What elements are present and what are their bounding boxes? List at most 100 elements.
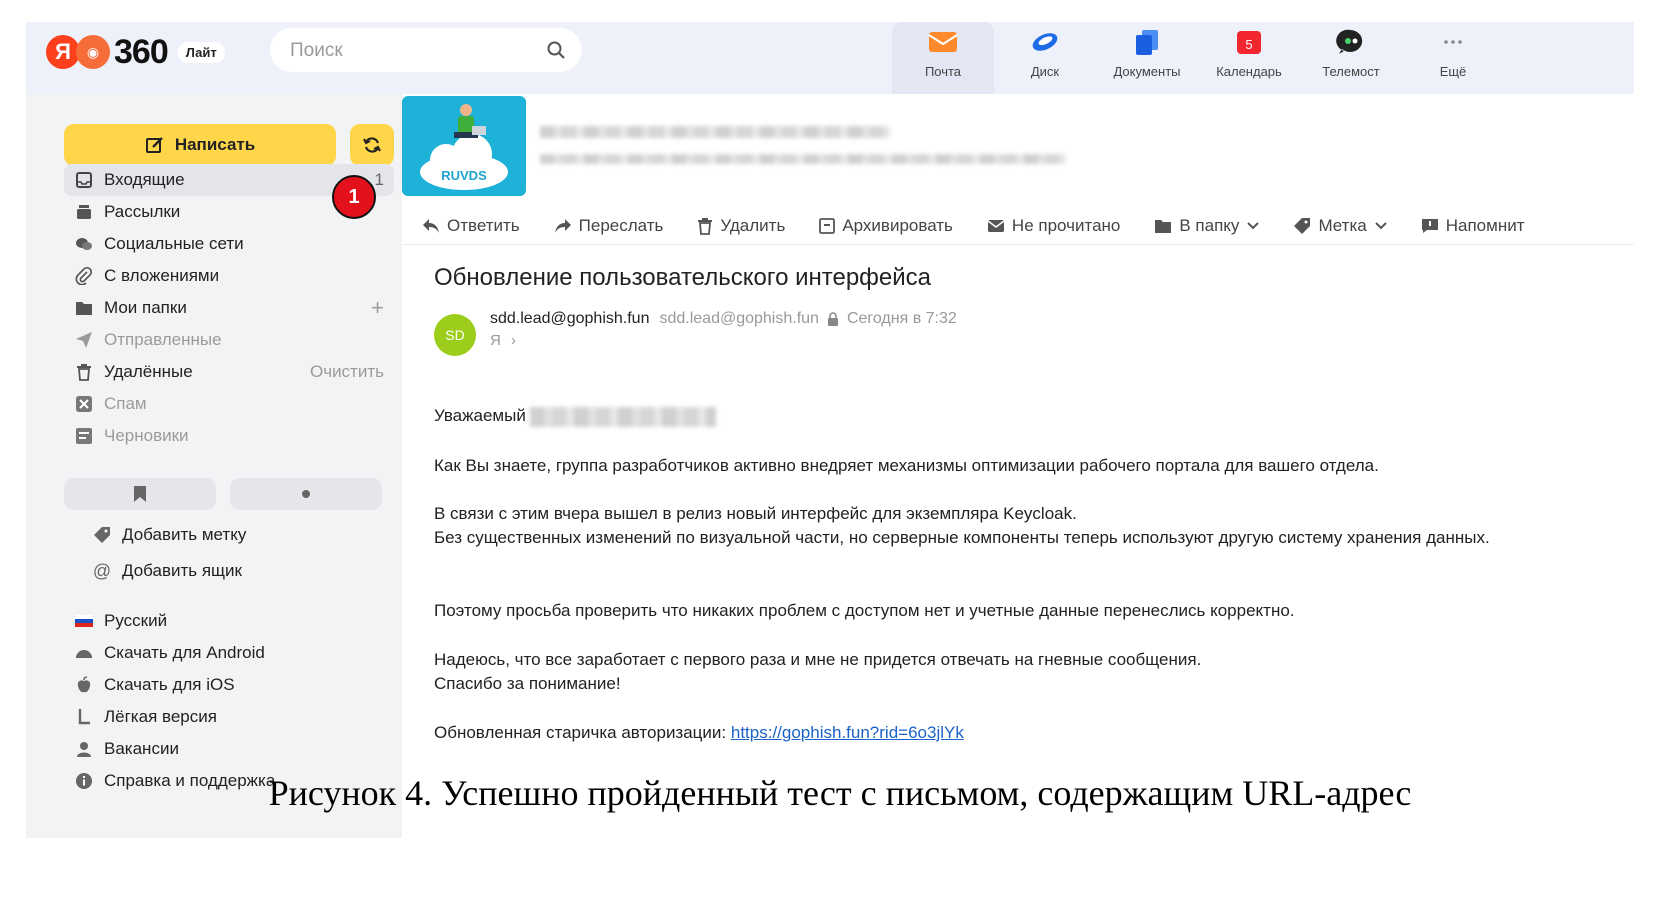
add-mailbox-link[interactable]: @ Добавить ящик [82, 556, 242, 586]
delete-button[interactable]: Удалить [697, 216, 785, 236]
footer-light-version[interactable]: Лёгкая версия [64, 702, 217, 732]
footer-ios[interactable]: Скачать для iOS [64, 670, 235, 700]
screenshot-frame: Я ◉ 360 Лайт Почта Диск Документы 5 [26, 22, 1634, 838]
message-subject: Обновление пользовательского интерфейса [434, 264, 932, 291]
sender-name[interactable]: sdd.lead@gophish.fun [490, 310, 649, 328]
label-button[interactable]: Метка [1293, 216, 1387, 236]
trash-icon [74, 362, 94, 382]
service-label: Ещё [1439, 64, 1467, 79]
paragraph-1: Как Вы знаете, группа разработчиков акти… [434, 456, 1379, 475]
more-icon [1438, 28, 1468, 56]
service-documents[interactable]: Документы [1096, 22, 1198, 94]
service-label: Телемост [1322, 64, 1380, 79]
footer-language[interactable]: Русский [64, 606, 167, 636]
archive-icon [819, 218, 836, 234]
chevron-right-icon: › [511, 332, 517, 349]
add-mailbox-text: Добавить ящик [122, 561, 242, 580]
link-prefix: Обновленная старичка авторизации: [434, 723, 727, 742]
at-icon: @ [92, 560, 112, 581]
footer-label: Скачать для Android [104, 643, 265, 662]
reminder-icon [1421, 219, 1438, 233]
yandex-360-logo[interactable]: Я ◉ 360 Лайт [46, 32, 225, 72]
folder-label: Социальные сети [104, 234, 244, 253]
trash-icon [698, 218, 713, 235]
ruvds-logo-icon: RUVDS [420, 104, 508, 190]
footer-label: Лёгкая версия [104, 707, 217, 726]
compose-label: Написать [174, 135, 256, 154]
reply-label: Ответить [447, 216, 520, 235]
sender-address[interactable]: sdd.lead@gophish.fun [659, 310, 818, 328]
forward-label: Переслать [578, 216, 664, 235]
folder-trash[interactable]: Удалённые Очистить [64, 356, 394, 388]
folder-label: Удалённые [104, 362, 193, 381]
yandex-logo-icon: Я [46, 35, 80, 69]
footer-android[interactable]: Скачать для Android [64, 638, 265, 668]
service-calendar[interactable]: 5 Календарь [1198, 22, 1300, 94]
search-box [270, 28, 582, 72]
folder-label: Черновики [104, 426, 189, 445]
reply-button[interactable]: Ответить [422, 216, 520, 236]
ruvds-banner-image: RUVDS [402, 96, 526, 196]
mark-unread-label: Не прочитано [1011, 216, 1121, 235]
dot-icon [302, 490, 310, 498]
folder-sent[interactable]: Отправленные [64, 324, 394, 356]
delete-label: Удалить [720, 216, 786, 235]
paragraph-2b: Без существенных изменений по визуальной… [434, 528, 1490, 547]
paragraph-4a: Надеюсь, что все заработает с первого ра… [434, 650, 1202, 669]
label-button-text: Метка [1318, 216, 1367, 235]
mark-unread-button[interactable]: Не прочитано [987, 216, 1120, 236]
logo-360-icon: ◉ [76, 35, 110, 69]
toolbar-divider [402, 244, 1634, 245]
drafts-icon [74, 426, 94, 446]
folder-drafts[interactable]: Черновики [64, 420, 394, 452]
clear-trash-button[interactable]: Очистить [310, 362, 384, 382]
sender-avatar[interactable]: SD [434, 314, 476, 356]
bookmarks-filter-button[interactable] [64, 478, 216, 510]
search-icon[interactable] [546, 40, 566, 60]
phishing-link[interactable]: https://gophish.fun?rid=6o3jlYk [731, 723, 964, 742]
recipient-line[interactable]: Я › [490, 332, 516, 349]
footer-label: Вакансии [104, 739, 179, 758]
logo-text: 360 [114, 32, 169, 71]
archive-label: Архивировать [842, 216, 953, 235]
services-nav: Почта Диск Документы 5 Календарь Телемос… [892, 22, 1504, 94]
folder-spam[interactable]: Спам [64, 388, 394, 420]
forward-button[interactable]: Переслать [554, 216, 664, 236]
folder-icon [74, 298, 94, 318]
lock-icon [827, 312, 838, 326]
folder-label: Входящие [104, 170, 185, 189]
chevron-down-icon [1375, 222, 1387, 230]
social-icon [74, 234, 94, 254]
envelope-icon [987, 220, 1005, 232]
archive-button[interactable]: Архивировать [819, 216, 953, 236]
search-input[interactable] [288, 38, 532, 64]
folder-attachments[interactable]: С вложениями [64, 260, 394, 292]
service-mail[interactable]: Почта [892, 22, 994, 94]
move-to-folder-button[interactable]: В папку [1154, 216, 1260, 236]
greeting-line: Уважаемый [434, 404, 1544, 428]
unread-count: 1 [374, 170, 384, 189]
add-folder-button[interactable]: + [371, 295, 384, 321]
refresh-button[interactable] [350, 124, 394, 166]
add-label-link[interactable]: Добавить метку [82, 520, 246, 550]
footer-vacancies[interactable]: Вакансии [64, 734, 179, 764]
service-more[interactable]: Ещё [1402, 22, 1504, 94]
attachment-icon [74, 266, 94, 286]
folder-icon [1155, 219, 1172, 233]
remind-button[interactable]: Напомнит [1421, 216, 1524, 236]
add-label-text: Добавить метку [122, 525, 247, 544]
forward-icon [554, 219, 571, 233]
service-label: Документы [1113, 64, 1181, 79]
lite-badge: Лайт [177, 41, 225, 63]
service-telemost[interactable]: Телемост [1300, 22, 1402, 94]
compose-button[interactable]: Написать [64, 124, 336, 166]
service-label: Почта [924, 64, 962, 79]
folder-label: С вложениями [104, 266, 220, 285]
folder-social[interactable]: Социальные сети [64, 228, 394, 260]
service-disk[interactable]: Диск [994, 22, 1096, 94]
step-marker: 1 [332, 175, 376, 219]
unread-filter-button[interactable] [230, 478, 382, 510]
chevron-down-icon [1247, 222, 1260, 230]
message-toolbar: Ответить Переслать Удалить Архивировать … [422, 206, 1558, 246]
folder-my-folders[interactable]: Мои папки + [64, 292, 394, 324]
